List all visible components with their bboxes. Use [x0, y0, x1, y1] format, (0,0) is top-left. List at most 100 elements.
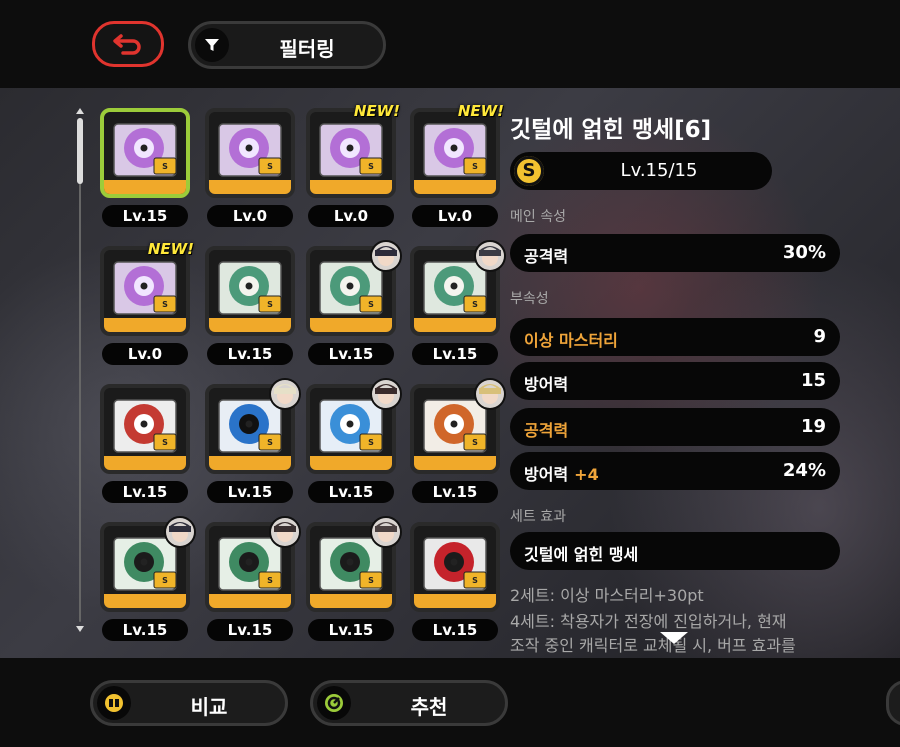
- sub-stat-name-text: 방어력: [524, 465, 569, 484]
- agent-avatar-icon: [370, 240, 402, 272]
- set-name: 깃털에 얽힌 맹세: [524, 545, 639, 564]
- disc-card[interactable]: S Lv.15: [306, 240, 402, 368]
- disc-card[interactable]: S Lv.15: [410, 378, 506, 506]
- disc-level: Lv.15: [412, 343, 498, 365]
- disc-card[interactable]: S Lv.0: [205, 108, 295, 230]
- svg-text:S: S: [162, 576, 168, 585]
- top-bar: 필터링: [0, 0, 900, 88]
- disc-tile[interactable]: S: [100, 246, 190, 336]
- agent-avatar-icon: [474, 240, 506, 272]
- svg-text:S: S: [368, 438, 374, 447]
- edge-button[interactable]: [886, 680, 900, 726]
- agent-avatar-icon: [370, 378, 402, 410]
- svg-text:S: S: [267, 162, 273, 171]
- disc-tile[interactable]: S: [100, 384, 190, 474]
- rarity-strip: [209, 318, 291, 332]
- set-name-row: 깃털에 얽힌 맹세: [510, 532, 840, 570]
- bottom-bar: 비교 추천: [0, 658, 900, 747]
- disc-level: Lv.15: [308, 619, 394, 641]
- recommend-icon: [317, 686, 351, 720]
- scroll-thumb[interactable]: [77, 118, 83, 184]
- filter-label: 필터링: [279, 37, 335, 61]
- disc-tile[interactable]: S: [205, 108, 295, 198]
- rarity-strip: [209, 180, 291, 194]
- main-stat-row: 공격력 30%: [510, 234, 840, 272]
- disc-title: 깃털에 얽힌 맹세[6]: [510, 117, 712, 143]
- sub-stat-name-text: 방어력: [524, 375, 569, 394]
- svg-text:S: S: [162, 162, 168, 171]
- set-effect-label: 세트 효과: [510, 509, 566, 525]
- svg-text:S: S: [472, 576, 478, 585]
- rarity-strip: [310, 180, 392, 194]
- recommend-label: 추천: [410, 695, 448, 719]
- sub-stat-name-text: 이상 마스터리: [524, 331, 618, 350]
- disc-level: Lv.0: [102, 343, 188, 365]
- drive-disc-icon: S: [113, 261, 177, 315]
- new-badge: NEW!: [353, 102, 400, 120]
- svg-text:S: S: [472, 162, 478, 171]
- compare-button[interactable]: 비교: [90, 680, 288, 726]
- back-button[interactable]: [92, 21, 164, 67]
- agent-avatar-icon: [370, 516, 402, 548]
- scroll-up-icon: [76, 108, 84, 114]
- disc-card[interactable]: S NEW! Lv.0: [410, 102, 504, 230]
- new-badge: NEW!: [457, 102, 504, 120]
- disc-level: Lv.15: [308, 343, 394, 365]
- disc-card[interactable]: S Lv.15: [410, 240, 506, 368]
- scroll-more-icon[interactable]: [660, 632, 688, 644]
- disc-card[interactable]: S Lv.15: [205, 378, 301, 506]
- sub-stat-row: 방어력 15: [510, 362, 840, 400]
- disc-level: Lv.15: [308, 481, 394, 503]
- sub-stat-value: 19: [800, 416, 826, 437]
- drive-disc-icon: S: [218, 123, 282, 177]
- sub-stat-value: 24%: [782, 460, 826, 481]
- svg-text:S: S: [472, 300, 478, 309]
- rarity-strip: [414, 318, 496, 332]
- disc-tile[interactable]: S: [410, 108, 500, 198]
- scroll-down-icon: [76, 626, 84, 632]
- sub-stat-name: 공격력: [524, 417, 568, 441]
- disc-level: Lv.15: [412, 619, 498, 641]
- disc-tile[interactable]: S: [410, 522, 500, 612]
- disc-card[interactable]: S NEW! Lv.0: [100, 240, 194, 368]
- rarity-strip: [414, 594, 496, 608]
- rarity-strip: [414, 180, 496, 194]
- agent-avatar-icon: [269, 516, 301, 548]
- sub-stat-value: 15: [800, 370, 826, 391]
- disc-tile[interactable]: S: [205, 246, 295, 336]
- drive-disc-icon: S: [319, 123, 383, 177]
- disc-card[interactable]: S Lv.15: [205, 246, 295, 368]
- disc-card[interactable]: S Lv.15: [410, 522, 500, 644]
- disc-level: Lv.15: [412, 481, 498, 503]
- disc-card[interactable]: S Lv.15: [100, 384, 190, 506]
- svg-text:S: S: [267, 576, 273, 585]
- disc-card[interactable]: S Lv.15: [306, 378, 402, 506]
- set-desc-2pc: 2세트: 이상 마스터리+30pt: [510, 586, 704, 605]
- disc-level: Lv.15: [102, 619, 188, 641]
- filter-button[interactable]: 필터링: [188, 21, 386, 69]
- rank-s-icon: S: [514, 156, 544, 186]
- set-desc-4pc-cont: 조작 중인 캐릭터로 교체될 시, 버프 효과를: [510, 636, 796, 655]
- new-badge: NEW!: [147, 240, 194, 258]
- drive-disc-icon: S: [423, 537, 487, 591]
- level-text: Lv.15/15: [620, 160, 698, 181]
- disc-card[interactable]: S Lv.15: [100, 516, 196, 644]
- disc-level: Lv.15: [207, 343, 293, 365]
- disc-tile[interactable]: S: [306, 108, 396, 198]
- sub-stat-row: 이상 마스터리 9: [510, 318, 840, 356]
- sub-stat-row: 방어력 +4 24%: [510, 452, 840, 490]
- disc-card[interactable]: S Lv.15: [100, 108, 190, 230]
- drive-disc-icon: S: [218, 261, 282, 315]
- svg-text:S: S: [162, 438, 168, 447]
- recommend-button[interactable]: 추천: [310, 680, 508, 726]
- svg-text:S: S: [368, 162, 374, 171]
- disc-card[interactable]: S Lv.15: [306, 516, 402, 644]
- disc-card[interactable]: S Lv.15: [205, 516, 301, 644]
- disc-card[interactable]: S NEW! Lv.0: [306, 102, 400, 230]
- svg-text:S: S: [162, 300, 168, 309]
- disc-list-scrollbar[interactable]: [76, 108, 84, 632]
- svg-text:S: S: [267, 300, 273, 309]
- rarity-strip: [310, 318, 392, 332]
- disc-tile[interactable]: S: [100, 108, 190, 198]
- sub-stat-name: 이상 마스터리: [524, 327, 618, 351]
